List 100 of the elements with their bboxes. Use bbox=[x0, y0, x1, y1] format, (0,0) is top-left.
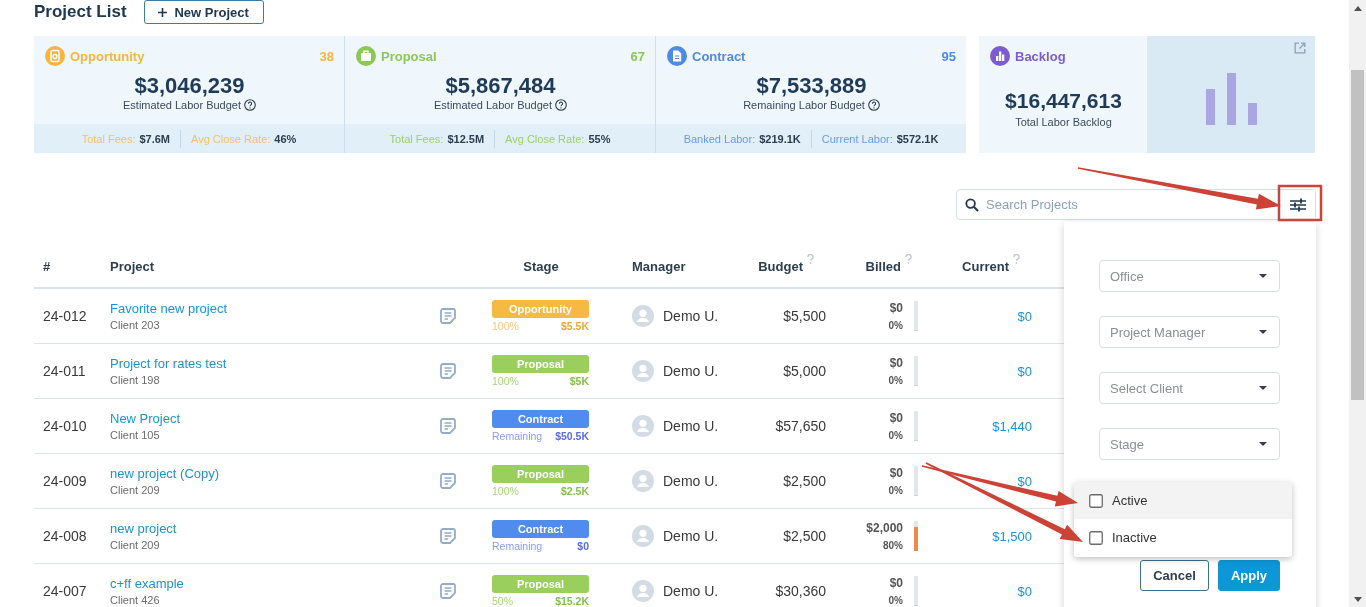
card-amount: $3,046,239 bbox=[133, 74, 246, 98]
stat-value: 55% bbox=[588, 132, 611, 145]
client-name: Client 198 bbox=[110, 373, 160, 387]
stat-value: $12.5M bbox=[447, 132, 485, 145]
stat-value: 46% bbox=[274, 132, 297, 145]
project-number: 24-008 bbox=[43, 528, 87, 544]
stage-caption: 50% bbox=[492, 594, 513, 607]
project-number: 24-007 bbox=[43, 583, 87, 599]
budget-value: $57,650 bbox=[775, 418, 826, 434]
card-amount: $16,447,613 bbox=[1004, 89, 1123, 113]
stage-badge: Contract bbox=[492, 519, 589, 538]
stat-label: Current Labor: bbox=[821, 132, 893, 145]
card-count: 38 bbox=[319, 48, 334, 64]
project-link[interactable]: c+ff example bbox=[110, 575, 184, 592]
client-name: Client 209 bbox=[110, 483, 160, 497]
billed-percent: 0% bbox=[888, 483, 903, 497]
current-value[interactable]: $0 bbox=[1017, 473, 1032, 489]
select-field[interactable]: Office bbox=[1099, 260, 1280, 292]
caret-icon bbox=[1259, 386, 1267, 390]
avatar-icon bbox=[632, 525, 654, 547]
select-field[interactable]: Select Client bbox=[1099, 372, 1280, 404]
billed-percent: 0% bbox=[888, 373, 903, 387]
current-value[interactable]: $1,440 bbox=[992, 418, 1032, 434]
scrollbar-thumb[interactable] bbox=[1351, 70, 1364, 400]
stat-value: $7.6M bbox=[139, 132, 171, 145]
project-link[interactable]: new project (Copy) bbox=[110, 465, 220, 482]
current-value[interactable]: $1,500 bbox=[992, 528, 1032, 544]
billed-amount: $0 bbox=[889, 300, 903, 316]
document-icon bbox=[667, 46, 687, 66]
current-value[interactable]: $0 bbox=[1017, 308, 1032, 324]
client-name: Client 209 bbox=[110, 538, 160, 552]
card-caption: Total Labor Backlog bbox=[1014, 115, 1113, 129]
avatar-icon bbox=[632, 305, 654, 327]
sliders-icon bbox=[1290, 197, 1306, 212]
project-number: 24-010 bbox=[43, 418, 87, 434]
apply-button[interactable]: Apply bbox=[1218, 560, 1280, 591]
checkbox[interactable] bbox=[1089, 530, 1103, 545]
note-icon[interactable] bbox=[440, 473, 456, 489]
avatar-icon bbox=[632, 415, 654, 437]
card-count: 67 bbox=[630, 48, 645, 64]
manager-name: Demo U. bbox=[663, 528, 719, 544]
column-header: # bbox=[43, 258, 51, 274]
stage-amount: $50.5K bbox=[555, 429, 589, 443]
stat-label: Banked Labor: bbox=[683, 132, 756, 145]
stage-amount: $0 bbox=[577, 539, 589, 553]
billed-amount: $0 bbox=[889, 410, 903, 426]
billed-amount: $0 bbox=[889, 465, 903, 481]
project-number: 24-012 bbox=[43, 308, 87, 324]
help-icon[interactable] bbox=[867, 99, 880, 111]
project-link[interactable]: Project for rates test bbox=[110, 355, 227, 372]
note-icon[interactable] bbox=[440, 418, 456, 434]
note-icon[interactable] bbox=[440, 583, 456, 599]
scrollbar-track[interactable] bbox=[1349, 0, 1366, 607]
cancel-button[interactable]: Cancel bbox=[1140, 560, 1209, 591]
bar-chart-icon bbox=[990, 46, 1010, 66]
stat-label: Avg Close Rate: bbox=[505, 132, 585, 145]
scroll-up-icon[interactable] bbox=[1353, 6, 1362, 11]
note-icon[interactable] bbox=[440, 528, 456, 544]
help-icon[interactable] bbox=[555, 99, 567, 111]
status-option[interactable]: Active bbox=[1074, 482, 1292, 519]
billed-amount: $0 bbox=[889, 575, 903, 591]
current-value[interactable]: $0 bbox=[1017, 363, 1032, 379]
card-title: Backlog bbox=[1015, 48, 1066, 64]
billed-amount: $2,000 bbox=[866, 520, 903, 536]
stage-badge: Contract bbox=[492, 409, 589, 428]
help-icon[interactable] bbox=[244, 99, 256, 111]
project-link[interactable]: new project bbox=[110, 520, 177, 537]
scroll-down-icon[interactable] bbox=[1353, 597, 1362, 602]
new-project-button[interactable]: New Project bbox=[143, 0, 264, 24]
card-caption: Remaining Labor Budget bbox=[743, 98, 865, 112]
stage-amount: $15.2K bbox=[555, 594, 589, 607]
stage-amount: $2.5K bbox=[560, 484, 589, 498]
budget-value: $5,500 bbox=[783, 308, 826, 324]
stat-value: $572.1K bbox=[896, 132, 939, 145]
stage-amount: $5.5K bbox=[560, 319, 589, 333]
briefcase-icon bbox=[356, 46, 376, 66]
stage-badge: Opportunity bbox=[492, 299, 589, 318]
billed-percent: 0% bbox=[888, 593, 903, 607]
checkbox[interactable] bbox=[1089, 493, 1103, 508]
manager-name: Demo U. bbox=[663, 418, 719, 434]
external-link-icon[interactable] bbox=[1294, 42, 1306, 54]
project-link[interactable]: Favorite new project bbox=[110, 300, 228, 317]
select-field[interactable]: Stage bbox=[1099, 428, 1280, 460]
stat-label: Total Fees: bbox=[81, 132, 136, 145]
card-title: Opportunity bbox=[70, 48, 145, 64]
stage-caption: Remaining bbox=[492, 429, 543, 443]
note-icon[interactable] bbox=[440, 308, 456, 324]
chart-bar bbox=[1226, 73, 1236, 125]
budget-value: $5,000 bbox=[783, 363, 826, 379]
status-option[interactable]: Inactive bbox=[1074, 519, 1292, 556]
page-title: Project List bbox=[34, 2, 127, 22]
select-field[interactable]: Project Manager bbox=[1099, 316, 1280, 348]
manager-name: Demo U. bbox=[663, 583, 719, 599]
stage-caption: Remaining bbox=[492, 539, 543, 553]
project-link[interactable]: New Project bbox=[110, 410, 181, 427]
column-header: Manager bbox=[632, 258, 686, 274]
current-value[interactable]: $0 bbox=[1017, 583, 1032, 599]
note-icon[interactable] bbox=[440, 363, 456, 379]
annotation-box bbox=[1277, 184, 1323, 222]
plus-icon bbox=[158, 7, 168, 17]
